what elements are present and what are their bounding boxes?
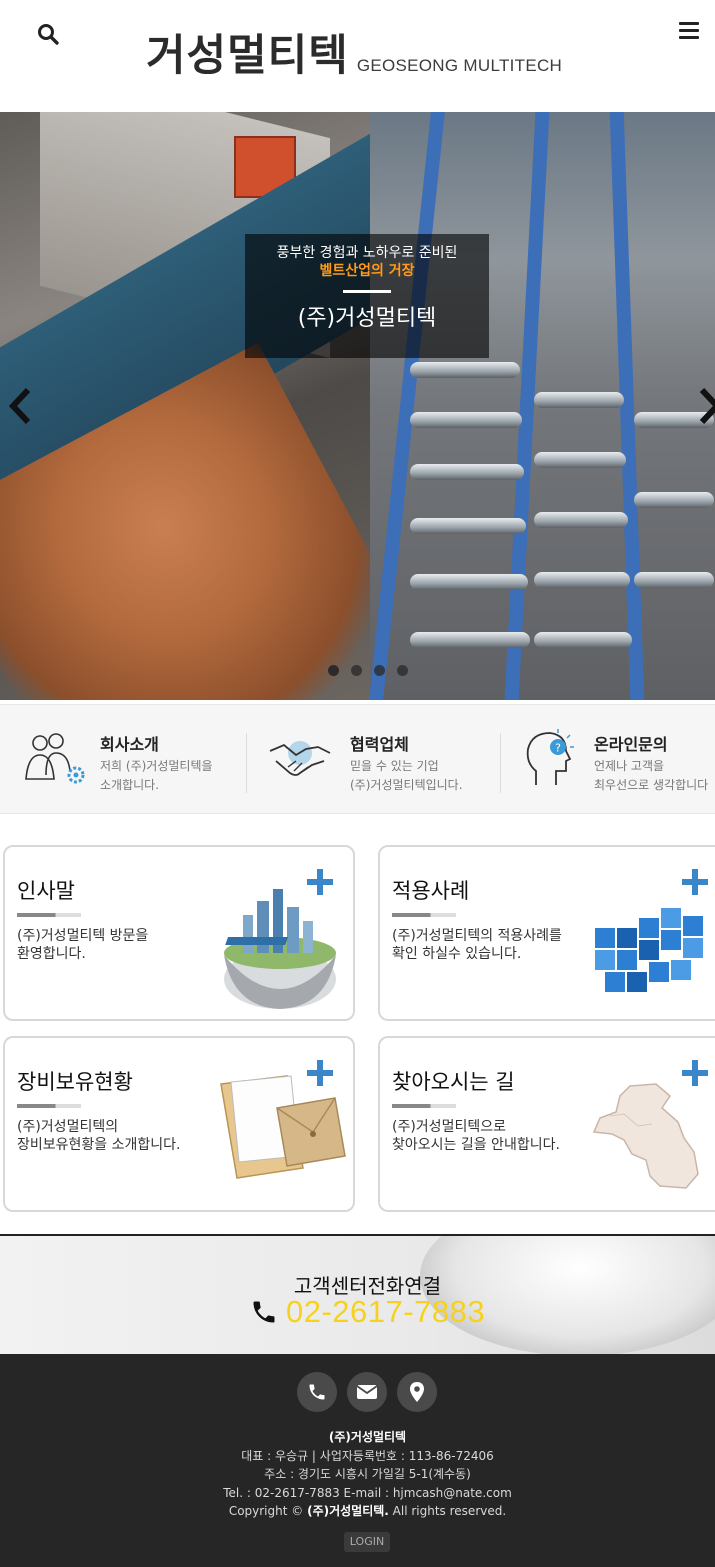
logo-english-text: GEOSEONG MULTITECH xyxy=(356,56,563,75)
search-button[interactable] xyxy=(36,22,60,46)
chevron-left-icon xyxy=(8,387,31,425)
chevron-right-icon xyxy=(699,387,715,425)
quick-item-partners[interactable]: 협력업체 믿을 수 있는 기업 (주)거성멀티텍입니다. xyxy=(266,705,500,815)
korea-map-image xyxy=(592,1083,699,1189)
slider-prev-button[interactable] xyxy=(6,386,34,426)
phone-icon xyxy=(253,1301,275,1323)
slider-dot-2[interactable] xyxy=(351,665,362,676)
quick-menu: 회사소개 저희 (주)거성멀티텍을 소개합니다. 협력업체 믿을 수 있는 기업… xyxy=(0,704,715,814)
people-gear-icon xyxy=(25,733,85,784)
quick-divider xyxy=(500,733,501,793)
hero-image-roller-conveyor xyxy=(370,112,715,700)
handshake-icon xyxy=(269,741,331,776)
card-title: 장비보유현황 xyxy=(17,1070,133,1094)
card-applications[interactable]: 적용사례 (주)거성멀티텍의 적용사례를 확인 하실수 있습니다. xyxy=(378,845,715,1021)
svg-text:?: ? xyxy=(555,742,561,755)
quick-item-desc: 저희 (주)거성멀티텍을 소개합니다. xyxy=(100,759,213,792)
footer-map-button[interactable] xyxy=(397,1372,437,1412)
card-directions[interactable]: 찾아오시는 길 (주)거성멀티텍으로 찾아오시는 길을 안내합니다. xyxy=(378,1036,715,1212)
document-folder-image xyxy=(220,1075,346,1179)
quick-item-title: 회사소개 xyxy=(100,735,159,754)
site-header: 거성멀티텍 GEOSEONG MULTITECH xyxy=(0,0,715,112)
quick-item-online-inquiry[interactable]: ? 온라인문의 언제나 고객을 최우선으로 생각합니다 xyxy=(520,705,715,815)
quick-item-company-intro[interactable]: 회사소개 저희 (주)거성멀티텍을 소개합니다. xyxy=(18,705,246,815)
card-desc: (주)거성멀티텍 방문을 환영합니다. xyxy=(17,928,149,962)
hero-caption: 풍부한 경험과 노하우로 준비된 벨트산업의 거장 (주)거성멀티텍 xyxy=(245,234,489,358)
slider-dot-1[interactable] xyxy=(328,665,339,676)
hero-caption-highlight: 벨트산업의 거장 xyxy=(319,263,415,279)
map-pin-icon xyxy=(410,1382,424,1402)
card-desc: (주)거성멀티텍으로 찾아오시는 길을 안내합니다. xyxy=(392,1119,560,1153)
hero-image-conveyor-chips xyxy=(0,112,471,700)
hero-caption-line1: 풍부한 경험과 노하우로 준비된 xyxy=(276,245,458,261)
head-question-icon: ? xyxy=(526,729,574,785)
hero-slider: 풍부한 경험과 노하우로 준비된 벨트산업의 거장 (주)거성멀티텍 xyxy=(0,112,715,700)
logo-korean-text: 거성멀티텍 xyxy=(146,31,349,81)
card-desc: (주)거성멀티텍의 장비보유현황을 소개합니다. xyxy=(17,1119,181,1153)
slider-dot-4[interactable] xyxy=(397,665,408,676)
footer-copyright: Copyright © (주)거성멀티텍. All rights reserve… xyxy=(228,1504,507,1518)
footer-contact-icons xyxy=(297,1372,437,1412)
footer-email-button[interactable] xyxy=(347,1372,387,1412)
quick-item-title: 협력업체 xyxy=(350,735,409,754)
card-greeting[interactable]: 인사말 (주)거성멀티텍 방문을 환영합니다. xyxy=(3,845,355,1021)
card-equipment[interactable]: 장비보유현황 (주)거성멀티텍의 장비보유현황을 소개합니다. xyxy=(3,1036,355,1212)
city-globe-image xyxy=(224,889,336,1009)
site-footer: (주)거성멀티텍 대표 : 우승규 | 사업자등록번호 : 113-86-724… xyxy=(0,1354,715,1567)
quick-item-title: 온라인문의 xyxy=(594,735,668,754)
quick-item-desc: 언제나 고객을 최우선으로 생각합니다 xyxy=(594,759,709,792)
blue-cubes-image xyxy=(593,906,705,994)
hamburger-menu-icon xyxy=(679,22,699,25)
footer-address-line: 주소 : 경기도 시흥시 가일길 5-1(계수동) xyxy=(264,1467,471,1481)
slider-pagination xyxy=(328,665,408,676)
card-title-underline xyxy=(392,913,456,917)
footer-phone-button[interactable] xyxy=(297,1372,337,1412)
card-title-underline xyxy=(392,1104,456,1108)
card-title: 적용사례 xyxy=(392,879,470,903)
site-logo[interactable]: 거성멀티텍 GEOSEONG MULTITECH xyxy=(146,30,562,80)
call-phone-link[interactable]: 02-2617-7883 xyxy=(250,1294,485,1330)
phone-icon xyxy=(309,1384,325,1400)
footer-company-name: (주)거성멀티텍 xyxy=(328,1430,407,1444)
search-icon xyxy=(38,24,59,45)
footer-ceo-line: 대표 : 우승규 | 사업자등록번호 : 113-86-72406 xyxy=(241,1448,494,1463)
hero-caption-divider xyxy=(343,290,391,293)
slider-next-button[interactable] xyxy=(698,386,715,426)
plus-icon[interactable] xyxy=(682,869,708,895)
hamburger-menu-button[interactable] xyxy=(679,22,701,40)
quick-item-desc: 믿을 수 있는 기업 (주)거성멀티텍입니다. xyxy=(350,759,463,792)
slider-dot-3[interactable] xyxy=(374,665,385,676)
envelope-icon xyxy=(356,1385,378,1399)
card-title-underline xyxy=(17,1104,81,1108)
login-button[interactable]: LOGIN xyxy=(344,1532,390,1552)
card-title: 인사말 xyxy=(17,879,75,903)
footer-contact-line: Tel. : 02-2617-7883 E-mail : hjmcash@nat… xyxy=(223,1485,512,1500)
card-title: 찾아오시는 길 xyxy=(392,1070,515,1094)
card-desc: (주)거성멀티텍의 적용사례를 확인 하실수 있습니다. xyxy=(392,928,562,962)
customer-call-banner: 고객센터전화연결 02-2617-7883 xyxy=(0,1234,715,1354)
hero-caption-company: (주)거성멀티텍 xyxy=(297,306,437,331)
quick-divider xyxy=(246,733,247,793)
call-phone-number: 02-2617-7883 xyxy=(286,1294,486,1329)
card-title-underline xyxy=(17,913,81,917)
footer-company-info: (주)거성멀티텍 대표 : 우승규 | 사업자등록번호 : 113-86-724… xyxy=(0,1428,715,1521)
